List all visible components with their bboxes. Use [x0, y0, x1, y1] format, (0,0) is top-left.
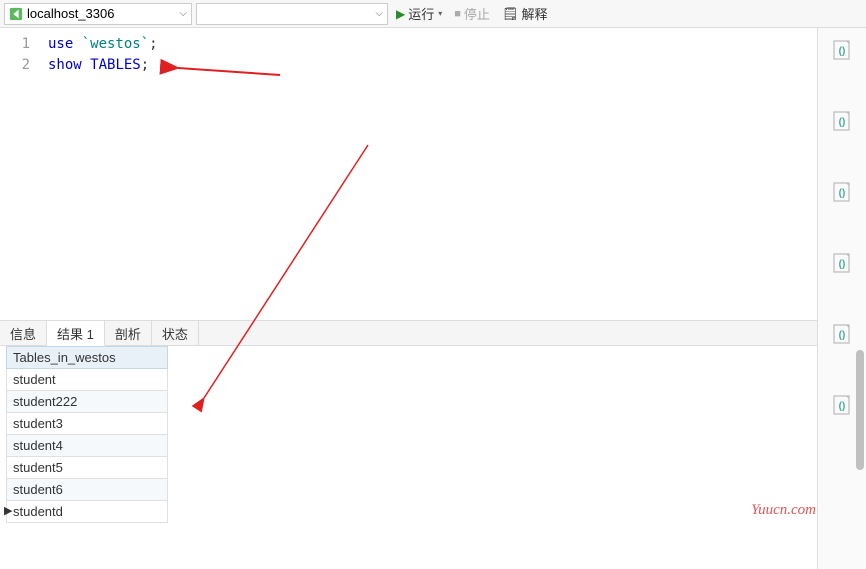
cell[interactable]: ▶studentd [7, 501, 168, 523]
code-area[interactable]: use `westos`;show TABLES; [40, 28, 158, 320]
svg-text:(): () [839, 259, 846, 270]
line-number: 2 [0, 55, 40, 76]
connection-icon [9, 7, 23, 21]
results-panel: Tables_in_westos studentstudent222studen… [0, 346, 817, 569]
result-tabs: 信息结果 1剖析状态 [0, 320, 817, 346]
snippet-icon[interactable]: () [830, 322, 854, 346]
play-icon: ▶ [396, 7, 405, 21]
svg-text:(): () [839, 117, 846, 128]
explain-label: 解释 [521, 4, 547, 23]
table-row[interactable]: student [7, 369, 168, 391]
explain-icon: 🗒 [502, 6, 519, 22]
run-label: 运行 [408, 4, 434, 23]
chevron-down-icon: ⌵ [375, 8, 383, 19]
svg-text:(): () [839, 188, 846, 199]
main-area: 12 use `westos`;show TABLES; 信息结果 1剖析状态 … [0, 28, 866, 569]
tab-剖析[interactable]: 剖析 [105, 321, 152, 345]
code-line[interactable]: use `westos`; [48, 34, 158, 55]
table-row[interactable]: student5 [7, 457, 168, 479]
svg-text:(): () [839, 330, 846, 341]
table-row[interactable]: ▶studentd [7, 501, 168, 523]
cell[interactable]: student222 [7, 391, 168, 413]
cell[interactable]: student [7, 369, 168, 391]
cell[interactable]: student5 [7, 457, 168, 479]
snippet-icon[interactable]: () [830, 393, 854, 417]
result-table[interactable]: Tables_in_westos studentstudent222studen… [6, 346, 168, 523]
snippet-icon[interactable]: () [830, 251, 854, 275]
connection-selector[interactable]: localhost_3306 ⌵ [4, 3, 192, 25]
toolbar: localhost_3306 ⌵ ⌵ ▶ 运行 ▾ ■ 停止 🗒 解释 [0, 0, 866, 28]
chevron-down-icon: ▾ [438, 9, 442, 18]
stop-label: 停止 [464, 4, 490, 23]
sql-editor[interactable]: 12 use `westos`;show TABLES; [0, 28, 817, 320]
table-row[interactable]: student222 [7, 391, 168, 413]
connection-name: localhost_3306 [27, 6, 114, 21]
run-button[interactable]: ▶ 运行 ▾ [392, 3, 446, 25]
snippet-icon[interactable]: () [830, 180, 854, 204]
table-row[interactable]: student4 [7, 435, 168, 457]
left-pane: 12 use `westos`;show TABLES; 信息结果 1剖析状态 … [0, 28, 818, 569]
watermark: Yuucn.com [751, 502, 816, 519]
right-sidebar: () () () () () () [818, 28, 866, 569]
scrollbar-thumb[interactable] [856, 350, 864, 470]
table-row[interactable]: student3 [7, 413, 168, 435]
table-row[interactable]: student6 [7, 479, 168, 501]
snippet-icon[interactable]: () [830, 38, 854, 62]
cell[interactable]: student3 [7, 413, 168, 435]
cell[interactable]: student6 [7, 479, 168, 501]
cell[interactable]: student4 [7, 435, 168, 457]
database-selector[interactable]: ⌵ [196, 3, 388, 25]
tab-信息[interactable]: 信息 [0, 321, 47, 345]
current-row-marker: ▶ [4, 504, 12, 517]
stop-icon: ■ [454, 8, 461, 20]
svg-text:(): () [839, 46, 846, 57]
explain-button[interactable]: 🗒 解释 [498, 3, 552, 25]
column-header[interactable]: Tables_in_westos [7, 347, 168, 369]
tab-状态[interactable]: 状态 [152, 321, 199, 345]
code-line[interactable]: show TABLES; [48, 55, 158, 76]
snippet-icon[interactable]: () [830, 109, 854, 133]
line-gutter: 12 [0, 28, 40, 320]
tab-结果 1[interactable]: 结果 1 [47, 321, 105, 346]
chevron-down-icon: ⌵ [179, 8, 187, 19]
svg-text:(): () [839, 401, 846, 412]
line-number: 1 [0, 34, 40, 55]
stop-button[interactable]: ■ 停止 [450, 3, 494, 25]
